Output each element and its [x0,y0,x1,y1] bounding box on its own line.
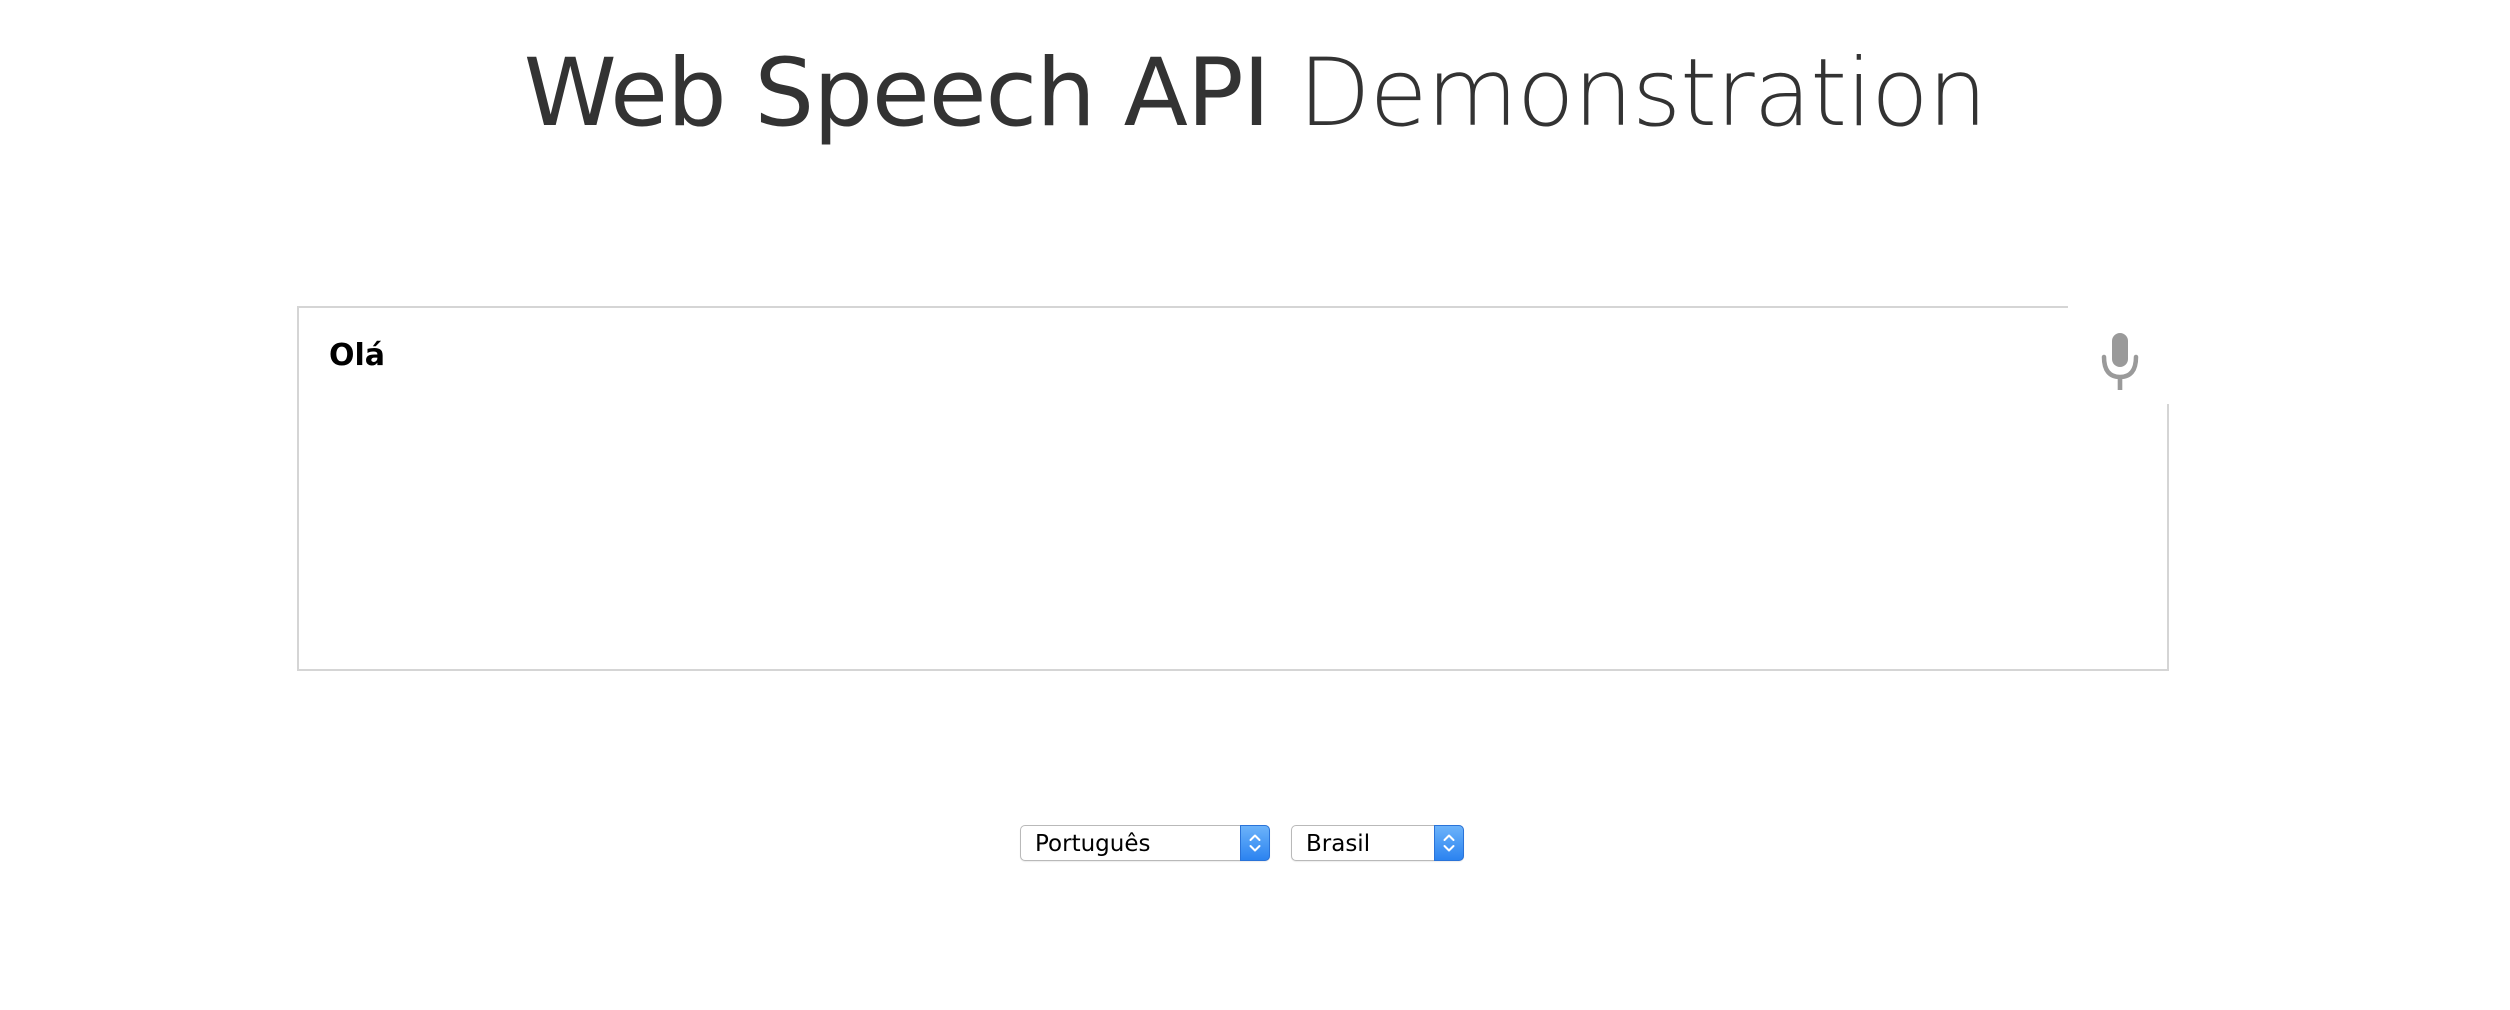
microphone-icon [2101,333,2139,390]
dialect-select[interactable]: Brasil [1291,825,1464,861]
start-recording-button[interactable] [2068,300,2172,404]
dialect-select-value: Brasil [1306,831,1371,857]
page-title-main: Web Speech API [523,39,1271,148]
select-stepper-icon [1240,825,1270,861]
final-transcript: Olá [329,338,386,373]
page-title-sub: Demonstration [1298,39,1987,148]
language-select-value: Português [1035,831,1151,857]
page-title: Web Speech API Demonstration [0,38,2510,150]
language-select[interactable]: Português [1020,825,1270,861]
results-box: Olá [297,306,2169,671]
select-stepper-icon [1434,825,1464,861]
